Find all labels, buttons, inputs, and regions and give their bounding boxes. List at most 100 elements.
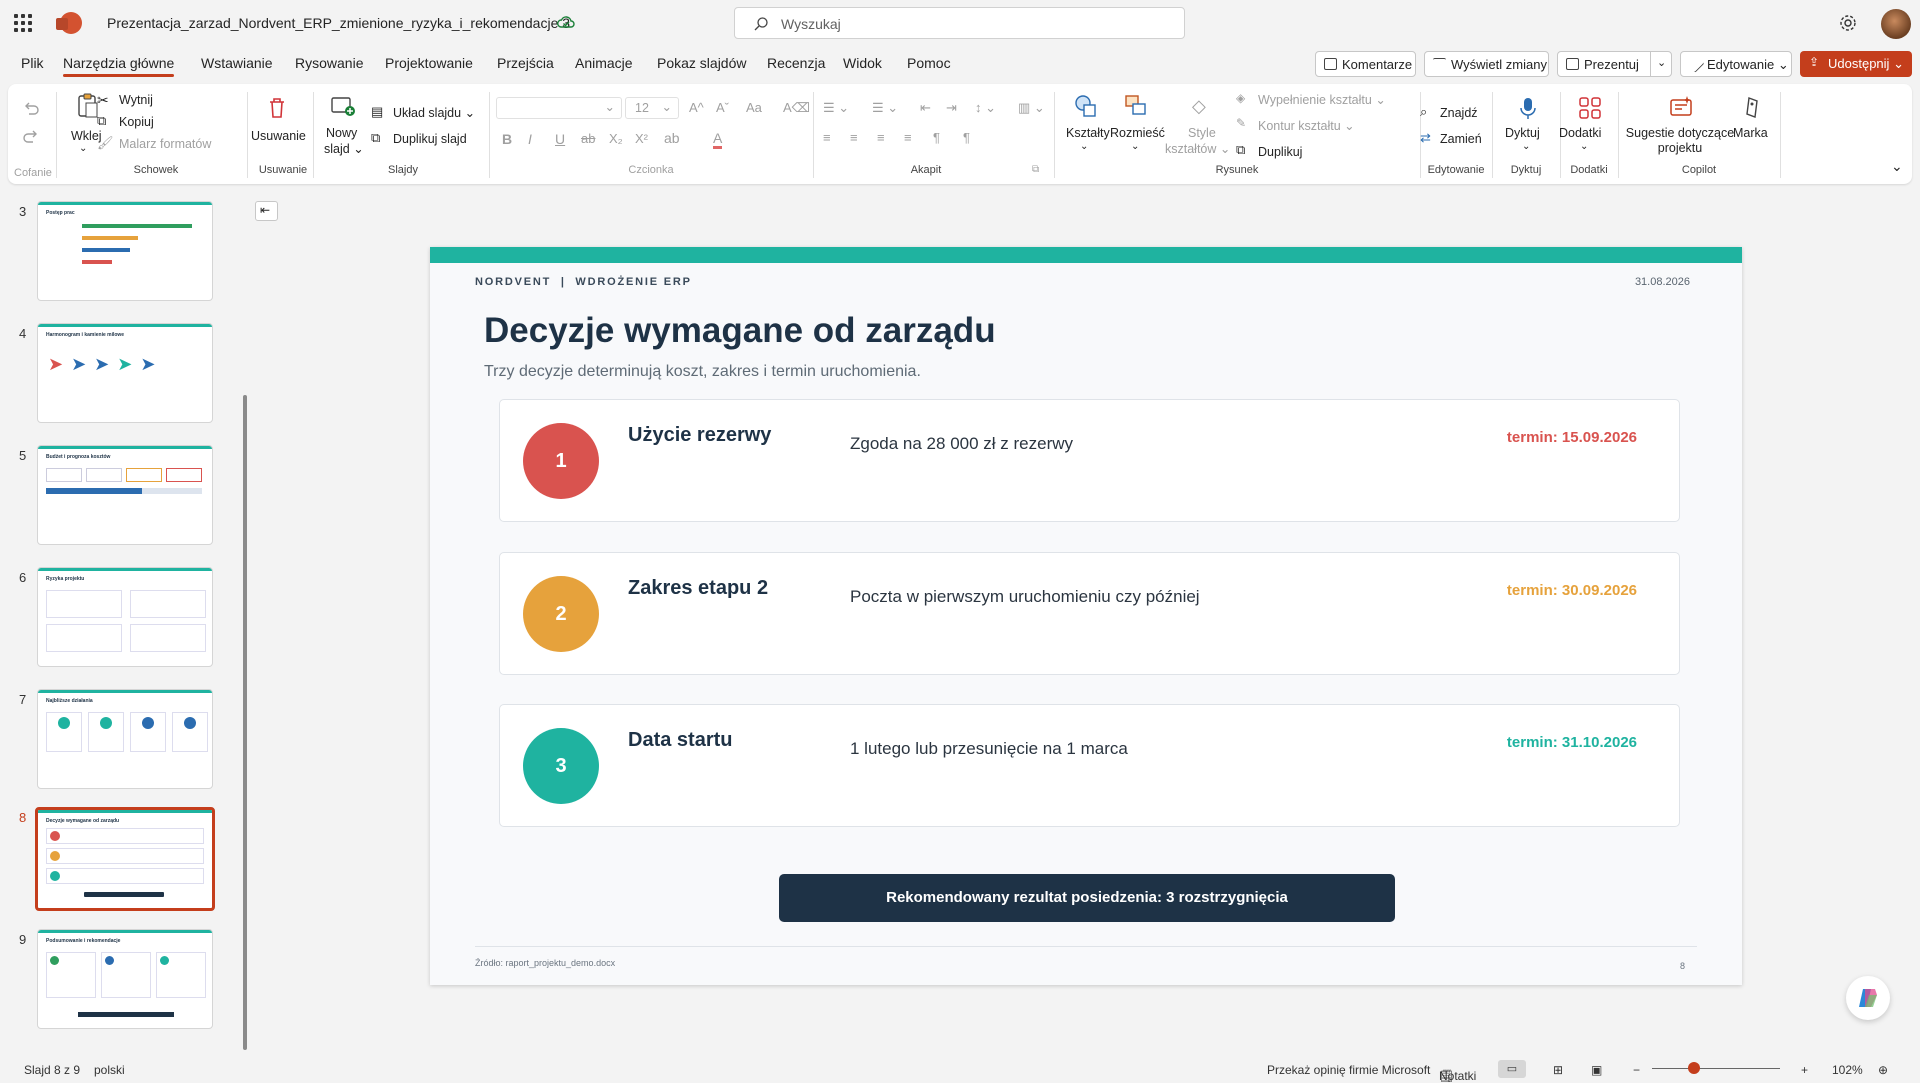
settings-gear-icon[interactable] (1838, 13, 1858, 33)
ltr-icon[interactable]: ¶ (963, 130, 970, 145)
shape-outline-button[interactable]: Kontur kształtu ⌄ (1258, 118, 1355, 133)
font-family-select[interactable]: ⌄ (496, 97, 622, 119)
slide-thumbnail-9[interactable]: Podsumowanie i rekomendacje (37, 929, 213, 1029)
align-center-icon[interactable]: ≡ (850, 130, 858, 145)
grow-font-icon[interactable]: A^ (689, 100, 704, 115)
new-slide-label-2[interactable]: slajd ⌄ (324, 141, 364, 156)
tab-draw[interactable]: Rysowanie (295, 55, 363, 71)
line-spacing-icon[interactable]: ↕ ⌄ (975, 100, 996, 116)
slide-thumbnail-8-selected[interactable]: Decyzje wymagane od zarządu (35, 807, 215, 911)
increase-indent-icon[interactable]: ⇥ (946, 100, 957, 116)
copilot-button[interactable] (1846, 976, 1890, 1020)
addins-button[interactable]: Dodatki (1559, 126, 1601, 140)
font-color-icon[interactable]: A (713, 130, 723, 149)
chevron-down-icon[interactable]: ⌄ (1522, 141, 1530, 152)
show-changes-button[interactable]: Wyświetl zmiany (1424, 51, 1549, 77)
design-suggestions-label-1[interactable]: Sugestie dotyczące (1621, 126, 1739, 140)
shapes-icon[interactable] (1074, 94, 1098, 118)
shrink-font-icon[interactable]: Aˇ (716, 100, 729, 115)
slide-thumbnail-5[interactable]: Budżet i prognoza kosztów (37, 445, 213, 545)
editing-mode-button[interactable]: Edytowanie ⌄ (1680, 51, 1792, 77)
tab-transitions[interactable]: Przejścia (497, 55, 554, 71)
new-slide-icon[interactable] (330, 94, 356, 118)
design-suggestions-icon[interactable] (1669, 96, 1693, 118)
thumbnail-scrollbar[interactable] (243, 395, 247, 1050)
tab-file[interactable]: Plik (21, 55, 44, 71)
strikethrough-icon[interactable]: ab (581, 131, 595, 146)
tab-help[interactable]: Pomoc (907, 55, 951, 71)
duplicate-slide-button[interactable]: Duplikuj slajd (393, 132, 467, 146)
dictate-button[interactable]: Dyktuj (1505, 126, 1540, 140)
redo-icon[interactable] (22, 128, 40, 144)
change-case-icon[interactable]: Aa (746, 100, 762, 115)
font-size-select[interactable]: 12 ⌄ (625, 97, 679, 119)
microphone-icon[interactable] (1520, 96, 1536, 120)
paragraph-dialog-launcher-icon[interactable]: ⧉ (1032, 164, 1039, 175)
zoom-out-icon[interactable]: − (1633, 1063, 1640, 1077)
comments-button[interactable]: Komentarze (1315, 51, 1416, 77)
slide-sorter-icon[interactable]: ⊞ (1553, 1063, 1563, 1077)
slide-thumbnail-6[interactable]: Ryzyka projektu (37, 567, 213, 667)
slide-8[interactable]: NORDVENT | WDROŻENIE ERP 31.08.2026 Decy… (430, 247, 1742, 985)
present-button[interactable]: Prezentuj (1557, 51, 1651, 77)
bold-icon[interactable]: B (502, 131, 512, 147)
present-dropdown-button[interactable]: ⌄ (1650, 51, 1672, 77)
superscript-icon[interactable]: X² (635, 131, 648, 146)
tab-home[interactable]: Narzędzia główne (63, 55, 175, 77)
cut-button[interactable]: Wytnij (119, 93, 153, 107)
addins-icon[interactable] (1578, 96, 1602, 120)
chevron-down-icon[interactable]: ⌄ (1080, 141, 1088, 152)
shapes-button[interactable]: Kształty (1066, 126, 1110, 140)
collapse-thumbnails-button[interactable]: ⇤ (255, 201, 278, 221)
app-launcher-icon[interactable] (14, 14, 32, 32)
chevron-down-icon[interactable]: ⌄ (1131, 141, 1139, 152)
layout-button[interactable]: Układ slajdu ⌄ (393, 105, 475, 120)
align-left-icon[interactable]: ≡ (823, 130, 831, 145)
copy-button[interactable]: Kopiuj (119, 115, 154, 129)
clear-formatting-icon[interactable]: A⌫ (783, 100, 810, 116)
share-button[interactable]: ⇪ Udostępnij ⌄ (1800, 51, 1912, 77)
italic-icon[interactable]: I (528, 131, 532, 147)
highlight-icon[interactable]: ab (664, 130, 680, 146)
fit-to-window-icon[interactable]: ⊕ (1878, 1063, 1888, 1077)
slide-thumbnail-7[interactable]: Najbliższe działania (37, 689, 213, 789)
shape-styles-label-2[interactable]: kształtów ⌄ (1165, 141, 1230, 156)
design-suggestions-label-2[interactable]: projektu (1621, 141, 1739, 155)
chevron-down-icon[interactable]: ⌄ (1580, 141, 1588, 152)
tab-design[interactable]: Projektowanie (385, 55, 473, 71)
find-button[interactable]: Znajdź (1440, 106, 1478, 120)
zoom-level[interactable]: 102% (1832, 1063, 1863, 1077)
tab-view[interactable]: Widok (843, 55, 882, 71)
decrease-indent-icon[interactable]: ⇤ (920, 100, 931, 116)
undo-icon[interactable] (22, 100, 40, 116)
cloud-saved-icon[interactable] (557, 14, 575, 30)
zoom-slider-thumb[interactable] (1688, 1062, 1700, 1074)
reading-view-icon[interactable]: ▣ (1591, 1063, 1602, 1077)
numbering-icon[interactable]: ☰ ⌄ (872, 100, 898, 116)
tab-slideshow[interactable]: Pokaz slajdów (657, 55, 747, 71)
slide-thumbnail-4[interactable]: Harmonogram i kamienie milowe ➤➤➤➤➤ (37, 323, 213, 423)
shape-fill-button[interactable]: Wypełnienie kształtu ⌄ (1258, 92, 1386, 107)
chevron-down-icon[interactable]: ⌄ (79, 143, 87, 154)
brand-button[interactable]: Marka (1733, 126, 1768, 140)
language-indicator[interactable]: polski (94, 1063, 125, 1077)
delete-button[interactable]: Usuwanie (251, 129, 306, 143)
slide-thumbnail-3[interactable]: Postęp prac (37, 201, 213, 301)
zoom-slider-track[interactable] (1652, 1068, 1780, 1069)
tab-insert[interactable]: Wstawianie (201, 55, 273, 71)
subscript-icon[interactable]: X₂ (609, 131, 623, 146)
rtl-icon[interactable]: ¶ (933, 130, 940, 145)
bullets-icon[interactable]: ☰ ⌄ (823, 100, 849, 116)
align-right-icon[interactable]: ≡ (877, 130, 885, 145)
shape-styles-icon[interactable]: ◇ (1192, 96, 1206, 117)
zoom-in-icon[interactable]: + (1801, 1063, 1808, 1077)
arrange-icon[interactable] (1124, 94, 1148, 118)
justify-icon[interactable]: ≡ (904, 130, 912, 145)
brand-icon[interactable] (1743, 96, 1763, 120)
search-box[interactable]: Wyszukaj (734, 7, 1185, 39)
user-avatar[interactable] (1881, 9, 1911, 39)
shape-styles-label-1[interactable]: Style (1188, 126, 1216, 140)
arrange-button[interactable]: Rozmieść (1110, 126, 1165, 140)
new-slide-label-1[interactable]: Nowy (326, 126, 357, 140)
tab-review[interactable]: Recenzja (767, 55, 825, 71)
